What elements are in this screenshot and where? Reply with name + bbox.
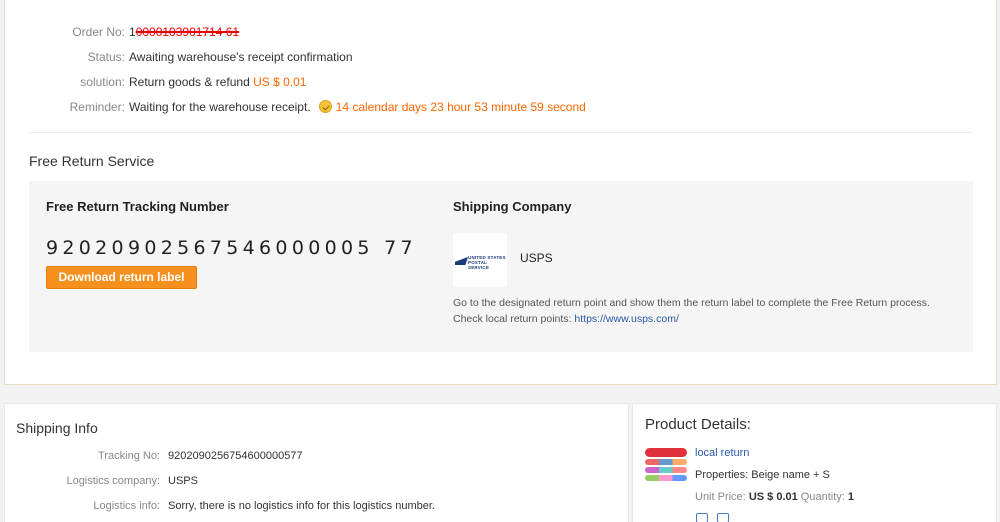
reminder-label: Reminder: xyxy=(69,100,125,114)
check-return-points-label: Check local return points: xyxy=(453,313,572,325)
tracking-value: 9202090256754600000577 xyxy=(168,450,303,462)
order-no-label: Order No: xyxy=(72,25,125,39)
logistics-info-value: Sorry, there is no logistics info for th… xyxy=(168,500,435,512)
clock-check-icon xyxy=(318,100,332,113)
download-return-label-button[interactable]: Download return label xyxy=(46,266,197,289)
product-price-qty: Unit Price: US $ 0.01 Quantity: 1 xyxy=(695,491,854,503)
product-thumbnail[interactable] xyxy=(645,446,687,488)
tracking-row: Tracking No: 9202090256754600000577 xyxy=(5,449,303,463)
tracking-number: 92020902567546000005 77 xyxy=(46,237,417,259)
status-row: Status: Awaiting warehouse's receipt conf… xyxy=(5,49,353,65)
properties-label: Properties: xyxy=(695,469,749,481)
logistics-info-row: Logistics info: Sorry, there is no logist… xyxy=(5,499,435,513)
receipt-icon[interactable] xyxy=(717,513,729,522)
divider xyxy=(29,132,973,133)
order-no-prefix: 1 xyxy=(129,25,136,39)
quantity-label: Quantity: xyxy=(800,491,845,503)
order-no-row: Order No: 10000103901714 61 xyxy=(5,24,239,40)
tracking-title: Free Return Tracking Number xyxy=(46,199,229,214)
order-summary-card: Order No: 10000103901714 61 Status: Awaiti… xyxy=(4,0,997,385)
logistics-company-label: Logistics company: xyxy=(66,475,160,487)
solution-row: solution: Return goods & refund US $ 0.01 xyxy=(5,74,306,90)
usps-logo-text: UNITED STATES POSTAL SERVICE xyxy=(468,255,506,270)
shipping-company-title: Shipping Company xyxy=(453,199,572,214)
properties-value: Beige name + S xyxy=(751,469,830,481)
return-icon[interactable] xyxy=(696,513,708,522)
status-value: Awaiting warehouse's receipt confirmatio… xyxy=(129,50,353,64)
shipping-company-name: USPS xyxy=(520,251,553,265)
tracking-label: Tracking No: xyxy=(98,450,160,462)
return-instructions-text: Go to the designated return point and sh… xyxy=(453,297,930,309)
shipping-info-title: Shipping Info xyxy=(16,420,98,436)
product-properties: Properties: Beige name + S xyxy=(695,469,830,481)
product-name-link[interactable]: local return xyxy=(695,447,749,459)
shipping-info-card: Shipping Info Tracking No: 92020902567546… xyxy=(4,403,629,522)
product-details-card: Product Details: local return Properties… xyxy=(632,403,997,522)
solution-amount: US $ 0.01 xyxy=(253,75,307,89)
eagle-icon xyxy=(455,257,468,265)
free-return-panel: Free Return Tracking Number 920209025675… xyxy=(29,181,973,352)
return-instructions: Go to the designated return point and sh… xyxy=(453,295,963,327)
unit-price-label: Unit Price: xyxy=(695,491,746,503)
logistics-company-value: USPS xyxy=(168,475,198,487)
reminder-row: Reminder: Waiting for the warehouse recei… xyxy=(5,99,586,115)
quantity-value: 1 xyxy=(847,491,855,503)
product-details-title: Product Details: xyxy=(645,416,751,433)
logistics-company-row: Logistics company: USPS xyxy=(5,474,198,488)
unit-price-value: US $ 0.01 xyxy=(748,491,798,503)
usps-logo: UNITED STATES POSTAL SERVICE xyxy=(453,233,507,287)
check-return-points: Check local return points: https://www.u… xyxy=(453,311,963,327)
free-return-title: Free Return Service xyxy=(29,153,155,169)
logistics-info-label: Logistics info: xyxy=(93,500,160,512)
solution-value: Return goods & refund xyxy=(129,75,250,89)
status-label: Status: xyxy=(87,50,125,64)
order-no-value: 10000103901714 61 xyxy=(129,25,239,39)
solution-label: solution: xyxy=(80,75,125,89)
order-no-redacted: 0000103901714 61 xyxy=(135,25,240,39)
usps-link[interactable]: https://www.usps.com/ xyxy=(574,313,678,325)
reminder-countdown: 14 calendar days 23 hour 53 minute 59 se… xyxy=(335,100,586,114)
reminder-value: Waiting for the warehouse receipt. xyxy=(129,100,311,114)
